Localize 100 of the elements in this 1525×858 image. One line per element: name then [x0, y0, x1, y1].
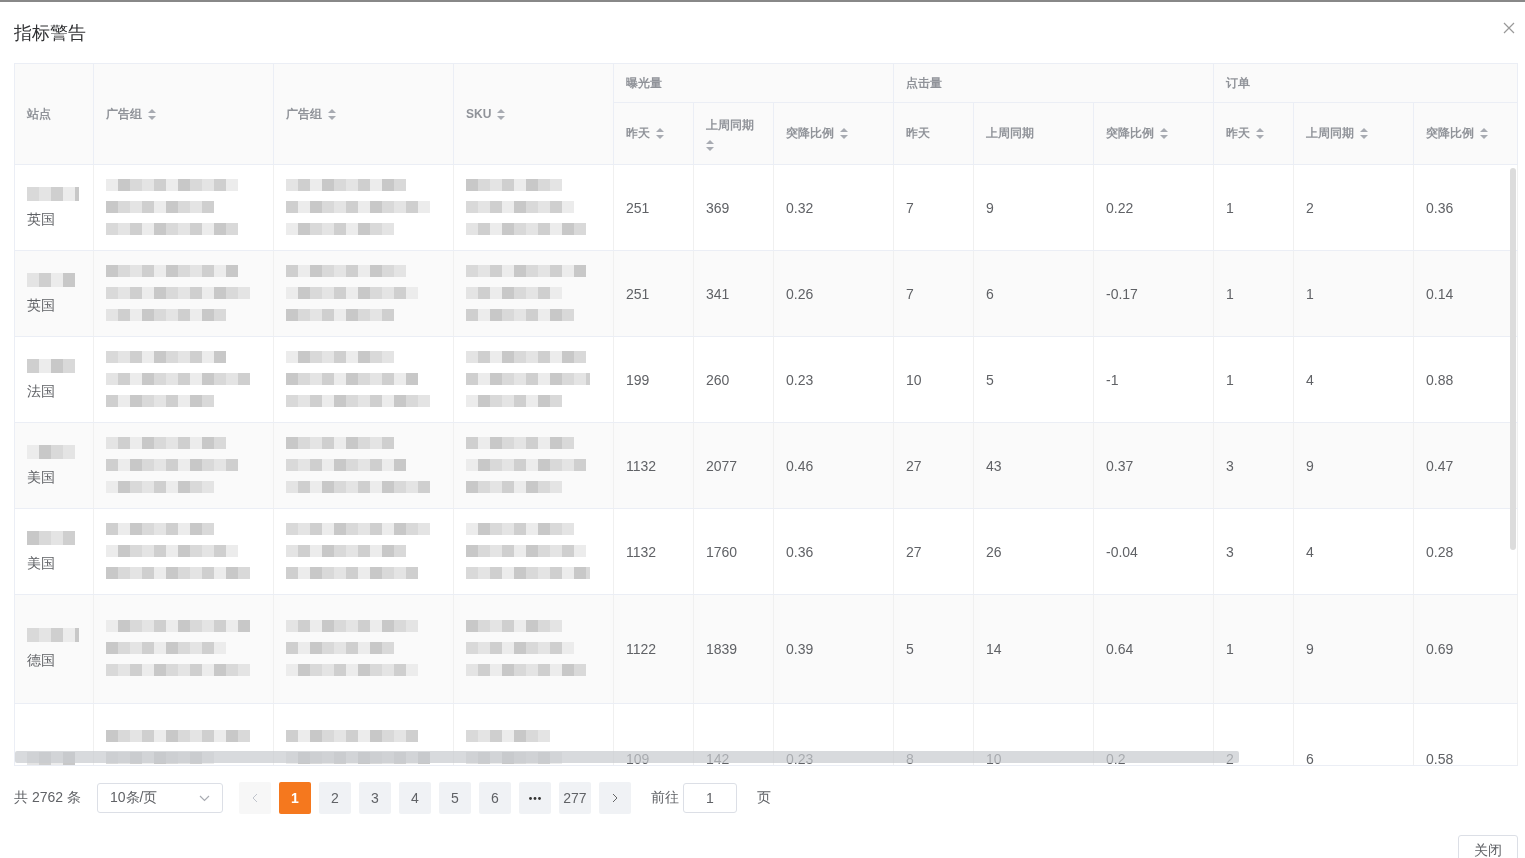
close-button[interactable]: 关闭 — [1458, 835, 1518, 858]
group-header: 曝光量 — [626, 74, 662, 92]
table-cell: 0.36 — [1426, 199, 1454, 216]
sort-icon[interactable] — [1160, 128, 1168, 139]
vertical-scrollbar[interactable] — [1510, 168, 1516, 550]
table-cell: 7 — [906, 199, 914, 216]
pixelated-text-drawing — [27, 628, 79, 642]
table-cell: 2 — [1306, 199, 1314, 216]
table-cell: 0.23 — [786, 371, 814, 388]
table-cell: 英国 — [27, 296, 55, 315]
table-cell: 4 — [1306, 371, 1314, 388]
table-cell: 0.39 — [786, 641, 814, 657]
table-cell: 0.69 — [1426, 641, 1454, 657]
table-cell: 9 — [1306, 641, 1314, 657]
table-cell: 251 — [626, 285, 650, 302]
page-button[interactable]: 1 — [278, 782, 311, 814]
table-cell: 1 — [1226, 199, 1234, 216]
table-cell: 251 — [626, 199, 650, 216]
table-cell: 0.22 — [1106, 199, 1134, 216]
table-cell: 1132 — [626, 543, 657, 560]
table-cell: 0.58 — [1426, 750, 1454, 765]
table-cell: 0.36 — [786, 543, 814, 560]
more-pages-button[interactable] — [518, 782, 551, 814]
chevron-right-icon — [611, 793, 618, 803]
table-cell: 9 — [986, 199, 994, 216]
table-cell: 1839 — [706, 641, 738, 657]
table-cell: 1760 — [706, 543, 738, 560]
table-cell: 5 — [986, 371, 994, 388]
sort-icon[interactable] — [148, 108, 156, 120]
sort-icon[interactable] — [497, 108, 506, 120]
pixelated-text-drawing — [27, 186, 79, 201]
page-input[interactable]: 1 — [682, 783, 737, 813]
group-header: 订单 — [1226, 74, 1250, 92]
table-cell: 1122 — [626, 641, 657, 657]
table-cell: 4 — [1306, 543, 1314, 560]
sort-icon[interactable] — [1256, 128, 1264, 139]
table-cell: 109 — [626, 750, 650, 765]
dialog-title: 指标警告 — [14, 22, 86, 45]
table-cell: 0.47 — [1426, 457, 1454, 474]
table-cell: 199 — [626, 371, 650, 388]
table-cell: 英国 — [27, 210, 55, 229]
sort-icon[interactable] — [840, 128, 848, 139]
table-cell: 27 — [906, 457, 922, 474]
table-cell: 1132 — [626, 457, 657, 474]
table-cell: 6 — [986, 285, 994, 302]
table-cell: 0.2 — [1106, 750, 1126, 765]
table-cell: -0.04 — [1106, 543, 1138, 560]
sort-icon[interactable] — [706, 139, 714, 151]
table-cell: 3 — [1226, 457, 1234, 474]
chevron-down-icon — [198, 794, 210, 802]
goto-label: 前往 — [650, 789, 679, 807]
table-cell: 1 — [1226, 285, 1234, 302]
page-button[interactable]: 6 — [478, 782, 511, 814]
table-cell: 8 — [906, 750, 914, 765]
table-cell: 260 — [706, 371, 730, 388]
table-cell: 0.28 — [1426, 543, 1454, 560]
sort-icon[interactable] — [328, 108, 336, 120]
table-cell: 0.88 — [1426, 371, 1454, 388]
table-cell: 14 — [986, 641, 1002, 657]
page-button[interactable]: 3 — [358, 782, 391, 814]
sort-icon[interactable] — [656, 128, 664, 139]
table-cell: 0.46 — [786, 457, 814, 474]
close-icon[interactable] — [1503, 22, 1515, 34]
table-cell: 0.37 — [1106, 457, 1134, 474]
table-cell: 26 — [986, 543, 1002, 560]
table-cell: 0.32 — [786, 199, 814, 216]
next-page-button[interactable] — [598, 782, 631, 814]
sort-icon[interactable] — [1480, 128, 1488, 139]
table-cell: 142 — [706, 750, 730, 765]
table-cell: 美国 — [27, 468, 55, 487]
page-button[interactable]: 277 — [558, 782, 591, 814]
table-cell: 2077 — [706, 457, 738, 474]
table-cell: 3 — [1226, 543, 1234, 560]
table-cell: 0.64 — [1106, 641, 1134, 657]
table-cell: 7 — [906, 285, 914, 302]
page-button[interactable]: 5 — [438, 782, 471, 814]
table-cell: 0.23 — [786, 750, 814, 765]
table-cell: 0.14 — [1426, 285, 1454, 302]
table-cell: 美国 — [27, 554, 55, 573]
table-cell: 9 — [1306, 457, 1314, 474]
page-button[interactable]: 4 — [398, 782, 431, 814]
page-size-select[interactable]: 10条/页 — [96, 783, 223, 813]
table-cell: 27 — [906, 543, 922, 560]
table-cell: 341 — [706, 285, 730, 302]
sort-icon[interactable] — [1360, 128, 1368, 139]
page-unit-label: 页 — [756, 789, 771, 807]
table-cell: 德国 — [27, 652, 55, 670]
table-cell: 10 — [906, 371, 922, 388]
table-cell: 369 — [706, 199, 730, 216]
table-cell: -0.17 — [1106, 285, 1138, 302]
page-button[interactable]: 2 — [318, 782, 351, 814]
table-cell: 5 — [906, 641, 914, 657]
table-cell: 10 — [986, 750, 1002, 765]
total-count: 共 2762 条 — [14, 789, 81, 807]
table-cell: 1 — [1226, 371, 1234, 388]
horizontal-scrollbar[interactable] — [15, 751, 1239, 763]
table-cell: 43 — [986, 457, 1002, 474]
group-header: 点击量 — [906, 74, 942, 92]
table-cell: -1 — [1106, 371, 1119, 388]
ellipsis-icon — [528, 796, 541, 800]
